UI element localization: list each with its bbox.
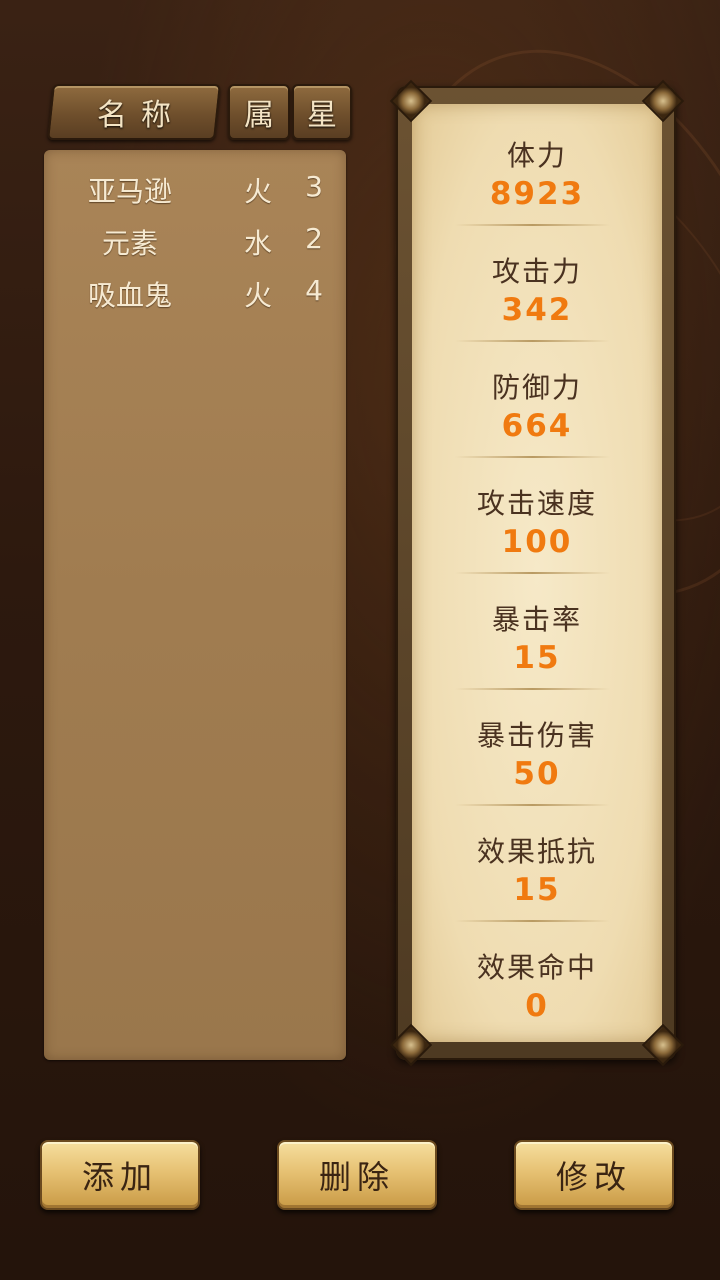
stat-label: 暴击率 xyxy=(491,603,582,636)
stat-attack-speed: 攻击速度 100 xyxy=(412,452,662,568)
stat-attack: 攻击力 342 xyxy=(412,220,662,336)
stat-value: 8923 xyxy=(489,176,585,212)
stat-label: 攻击速度 xyxy=(476,487,597,520)
stat-value: 15 xyxy=(513,640,561,676)
column-header-attribute-label: 属 xyxy=(244,98,274,133)
stat-label: 防御力 xyxy=(491,371,582,404)
stat-label: 体力 xyxy=(506,139,567,172)
stat-value: 50 xyxy=(513,756,561,792)
column-header-attribute[interactable]: 属 xyxy=(228,84,290,140)
column-header-star-label: 星 xyxy=(307,98,337,133)
delete-button[interactable]: 删除 xyxy=(277,1140,437,1210)
stat-label: 效果命中 xyxy=(476,951,597,984)
list-item[interactable]: 元素 水 2 xyxy=(44,222,346,272)
list-item[interactable]: 亚马逊 火 3 xyxy=(44,170,346,220)
stat-label: 效果抵抗 xyxy=(476,835,597,868)
stat-value: 664 xyxy=(501,408,573,444)
stat-effect-resistance: 效果抵抗 15 xyxy=(412,800,662,916)
column-header-star[interactable]: 星 xyxy=(292,84,352,140)
monster-star: 2 xyxy=(305,222,323,255)
stat-hp: 体力 8923 xyxy=(412,104,662,220)
stat-crit-rate: 暴击率 15 xyxy=(412,568,662,684)
monster-star: 3 xyxy=(305,170,323,203)
edit-button[interactable]: 修改 xyxy=(514,1140,674,1210)
stat-crit-damage: 暴击伤害 50 xyxy=(412,684,662,800)
stat-value: 0 xyxy=(525,988,549,1024)
list-item[interactable]: 吸血鬼 火 4 xyxy=(44,274,346,324)
monster-attribute: 水 xyxy=(243,227,272,260)
column-header-name[interactable]: 名称 xyxy=(47,84,221,140)
monster-attribute: 火 xyxy=(243,279,272,312)
stat-value: 342 xyxy=(501,292,573,328)
monster-attribute: 火 xyxy=(243,175,272,208)
stat-value: 100 xyxy=(501,524,573,560)
monster-list-panel[interactable]: 亚马逊 火 3 元素 水 2 吸血鬼 火 4 xyxy=(44,150,346,1060)
column-header-name-label: 名称 xyxy=(97,98,185,133)
monster-name: 亚马逊 xyxy=(87,175,172,208)
stat-label: 暴击伤害 xyxy=(476,719,597,752)
stat-effect-accuracy: 效果命中 0 xyxy=(412,916,662,1032)
stat-defense: 防御力 664 xyxy=(412,336,662,452)
monster-name: 元素 xyxy=(101,227,158,260)
monster-star: 4 xyxy=(305,274,323,307)
stat-value: 15 xyxy=(513,872,561,908)
monster-name: 吸血鬼 xyxy=(87,279,172,312)
add-button[interactable]: 添加 xyxy=(40,1140,200,1210)
stat-label: 攻击力 xyxy=(491,255,582,288)
